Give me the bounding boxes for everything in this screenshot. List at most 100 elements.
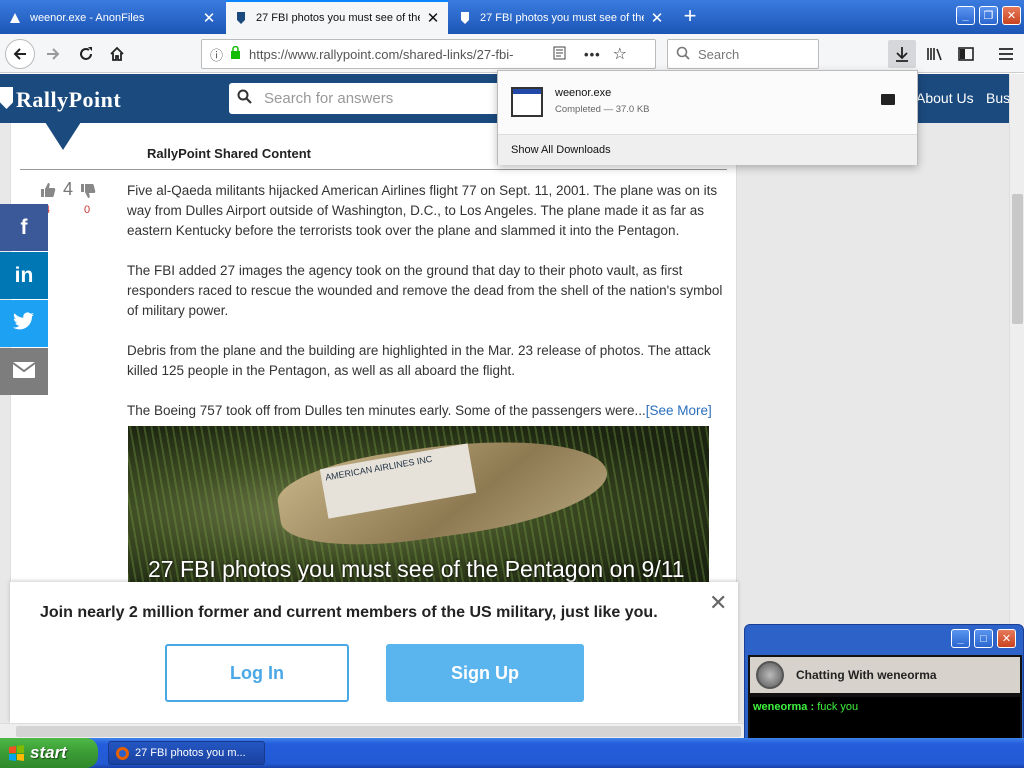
start-button[interactable]: start — [0, 738, 98, 768]
taskbar-item-label: 27 FBI photos you m... — [135, 747, 246, 759]
chat-message: fuck you — [817, 701, 859, 713]
signup-modal: Join nearly 2 million former and current… — [10, 582, 738, 723]
horizontal-scroll-thumb[interactable] — [16, 726, 741, 737]
menu-button[interactable] — [991, 39, 1021, 69]
linkedin-share-button[interactable]: in — [0, 252, 48, 299]
divider — [20, 169, 727, 170]
article-paragraph-truncated: The Boeing 757 took off from Dulles ten … — [127, 401, 727, 421]
sidebar-icon — [958, 47, 974, 61]
download-filename: weenor.exe — [555, 87, 612, 99]
reader-view-icon[interactable] — [553, 46, 566, 63]
nav-about-us[interactable]: About Us — [916, 90, 974, 106]
see-more-link[interactable]: [See More] — [646, 403, 712, 418]
browser-app-icon — [115, 746, 130, 764]
address-bar[interactable]: ⓘ https://www.rallypoint.com/shared-link… — [201, 39, 656, 69]
hamburger-menu-icon — [999, 48, 1013, 60]
browser-search-field[interactable]: Search — [667, 39, 819, 69]
site-logo[interactable]: RallyPoint — [16, 87, 121, 113]
download-status: Completed — 37.0 KB — [555, 104, 650, 115]
anonfiles-favicon-icon — [8, 11, 22, 25]
horizontal-scrollbar[interactable] — [0, 723, 745, 738]
site-search-placeholder: Search for answers — [264, 90, 394, 107]
article-paragraph: The FBI added 27 images the agency took … — [127, 263, 723, 318]
back-button[interactable] — [5, 39, 35, 69]
reload-button[interactable] — [71, 39, 101, 69]
close-window-button[interactable]: ✕ — [1002, 6, 1021, 25]
windows-logo-icon — [9, 745, 24, 761]
tab-title: weenor.exe - AnonFiles — [30, 12, 145, 24]
home-icon — [110, 46, 124, 61]
library-button[interactable] — [920, 39, 950, 69]
browser-tab-bar: weenor.exe - AnonFiles ✕ 27 FBI photos y… — [0, 0, 1024, 34]
search-placeholder: Search — [698, 46, 740, 62]
section-heading: RallyPoint Shared Content — [147, 146, 311, 161]
downloads-panel: weenor.exe Completed — 37.0 KB Show All … — [497, 70, 918, 165]
rallypoint-favicon-icon — [458, 11, 472, 25]
exe-file-icon — [511, 87, 543, 117]
tab-title: 27 FBI photos you must see of the — [480, 12, 644, 24]
downvote-count: 0 — [84, 204, 91, 216]
search-icon — [676, 46, 690, 63]
tab-anonfiles[interactable]: weenor.exe - AnonFiles ✕ — [0, 2, 224, 34]
search-icon — [237, 89, 252, 108]
tab-close-icon[interactable]: ✕ — [426, 9, 440, 27]
downloads-button[interactable] — [888, 40, 916, 68]
page-actions-icon[interactable]: ••• — [584, 47, 601, 62]
log-in-button[interactable]: Log In — [165, 644, 349, 702]
tab-rallypoint-2[interactable]: 27 FBI photos you must see of the ✕ — [450, 2, 672, 34]
new-tab-button[interactable]: + — [678, 5, 702, 29]
nav-business[interactable]: Bus — [986, 90, 1010, 106]
image-caption[interactable]: 27 FBI photos you must see of the Pentag… — [148, 556, 685, 583]
show-all-downloads-button[interactable]: Show All Downloads — [498, 134, 917, 165]
signup-message: Join nearly 2 million former and current… — [40, 604, 658, 621]
site-search-input[interactable]: Search for answers — [229, 83, 509, 114]
home-button[interactable] — [102, 39, 132, 69]
restore-window-button[interactable]: ❐ — [979, 6, 998, 25]
forward-button[interactable] — [38, 39, 68, 69]
chat-title: Chatting With weneorma — [796, 668, 937, 682]
article-paragraph: Debris from the plane and the building a… — [127, 343, 711, 378]
thumbs-down-icon[interactable] — [80, 183, 96, 204]
linkedin-icon: in — [14, 263, 34, 287]
rallypoint-favicon-icon — [234, 11, 248, 25]
chat-title-bar[interactable]: _ □ ✕ — [745, 625, 1023, 654]
modal-close-icon[interactable]: ✕ — [709, 590, 727, 616]
thumbs-up-icon[interactable] — [40, 182, 56, 203]
download-arrow-icon — [896, 47, 908, 62]
info-icon[interactable]: ⓘ — [210, 45, 223, 64]
chat-close-button[interactable]: ✕ — [997, 629, 1016, 648]
bookmark-star-icon[interactable]: ☆ — [613, 44, 627, 64]
chat-minimize-button[interactable]: _ — [951, 629, 970, 648]
avatar — [756, 661, 784, 689]
screen: weenor.exe - AnonFiles ✕ 27 FBI photos y… — [0, 0, 1024, 768]
email-icon — [12, 360, 36, 384]
browser-nav-bar: ⓘ https://www.rallypoint.com/shared-link… — [0, 34, 1024, 73]
tab-close-icon[interactable]: ✕ — [650, 9, 664, 27]
tab-rallypoint-active[interactable]: 27 FBI photos you must see of the ✕ — [226, 0, 448, 34]
chat-sender: weneorma : — [753, 701, 815, 713]
email-share-button[interactable] — [0, 348, 48, 395]
vote-score: 4 — [63, 179, 74, 199]
tab-close-icon[interactable]: ✕ — [202, 9, 216, 27]
header-pointer-triangle — [45, 122, 81, 150]
url-text: https://www.rallypoint.com/shared-links/… — [249, 46, 514, 62]
minimize-window-button[interactable]: _ — [956, 6, 975, 25]
article-paragraph: Five al-Qaeda militants hijacked America… — [127, 183, 718, 238]
arrow-right-icon — [47, 48, 60, 60]
twitter-share-button[interactable] — [0, 300, 48, 347]
facebook-share-button[interactable]: f — [0, 204, 48, 251]
library-icon — [927, 48, 942, 61]
chat-maximize-button[interactable]: □ — [974, 629, 993, 648]
taskbar-item-browser[interactable]: 27 FBI photos you m... — [108, 741, 265, 765]
sidebar-button[interactable] — [951, 39, 981, 69]
sign-up-button[interactable]: Sign Up — [386, 644, 584, 702]
vertical-scroll-thumb[interactable] — [1012, 194, 1023, 324]
rallypoint-badge-icon — [0, 87, 13, 109]
reload-icon — [80, 47, 92, 60]
twitter-icon — [13, 311, 35, 336]
tab-title: 27 FBI photos you must see of the — [256, 12, 420, 24]
article-excerpt: The Boeing 757 took off from Dulles ten … — [127, 403, 646, 418]
chat-header: Chatting With weneorma — [750, 657, 1020, 693]
arrow-left-icon — [13, 48, 26, 60]
open-folder-icon[interactable] — [881, 94, 895, 105]
